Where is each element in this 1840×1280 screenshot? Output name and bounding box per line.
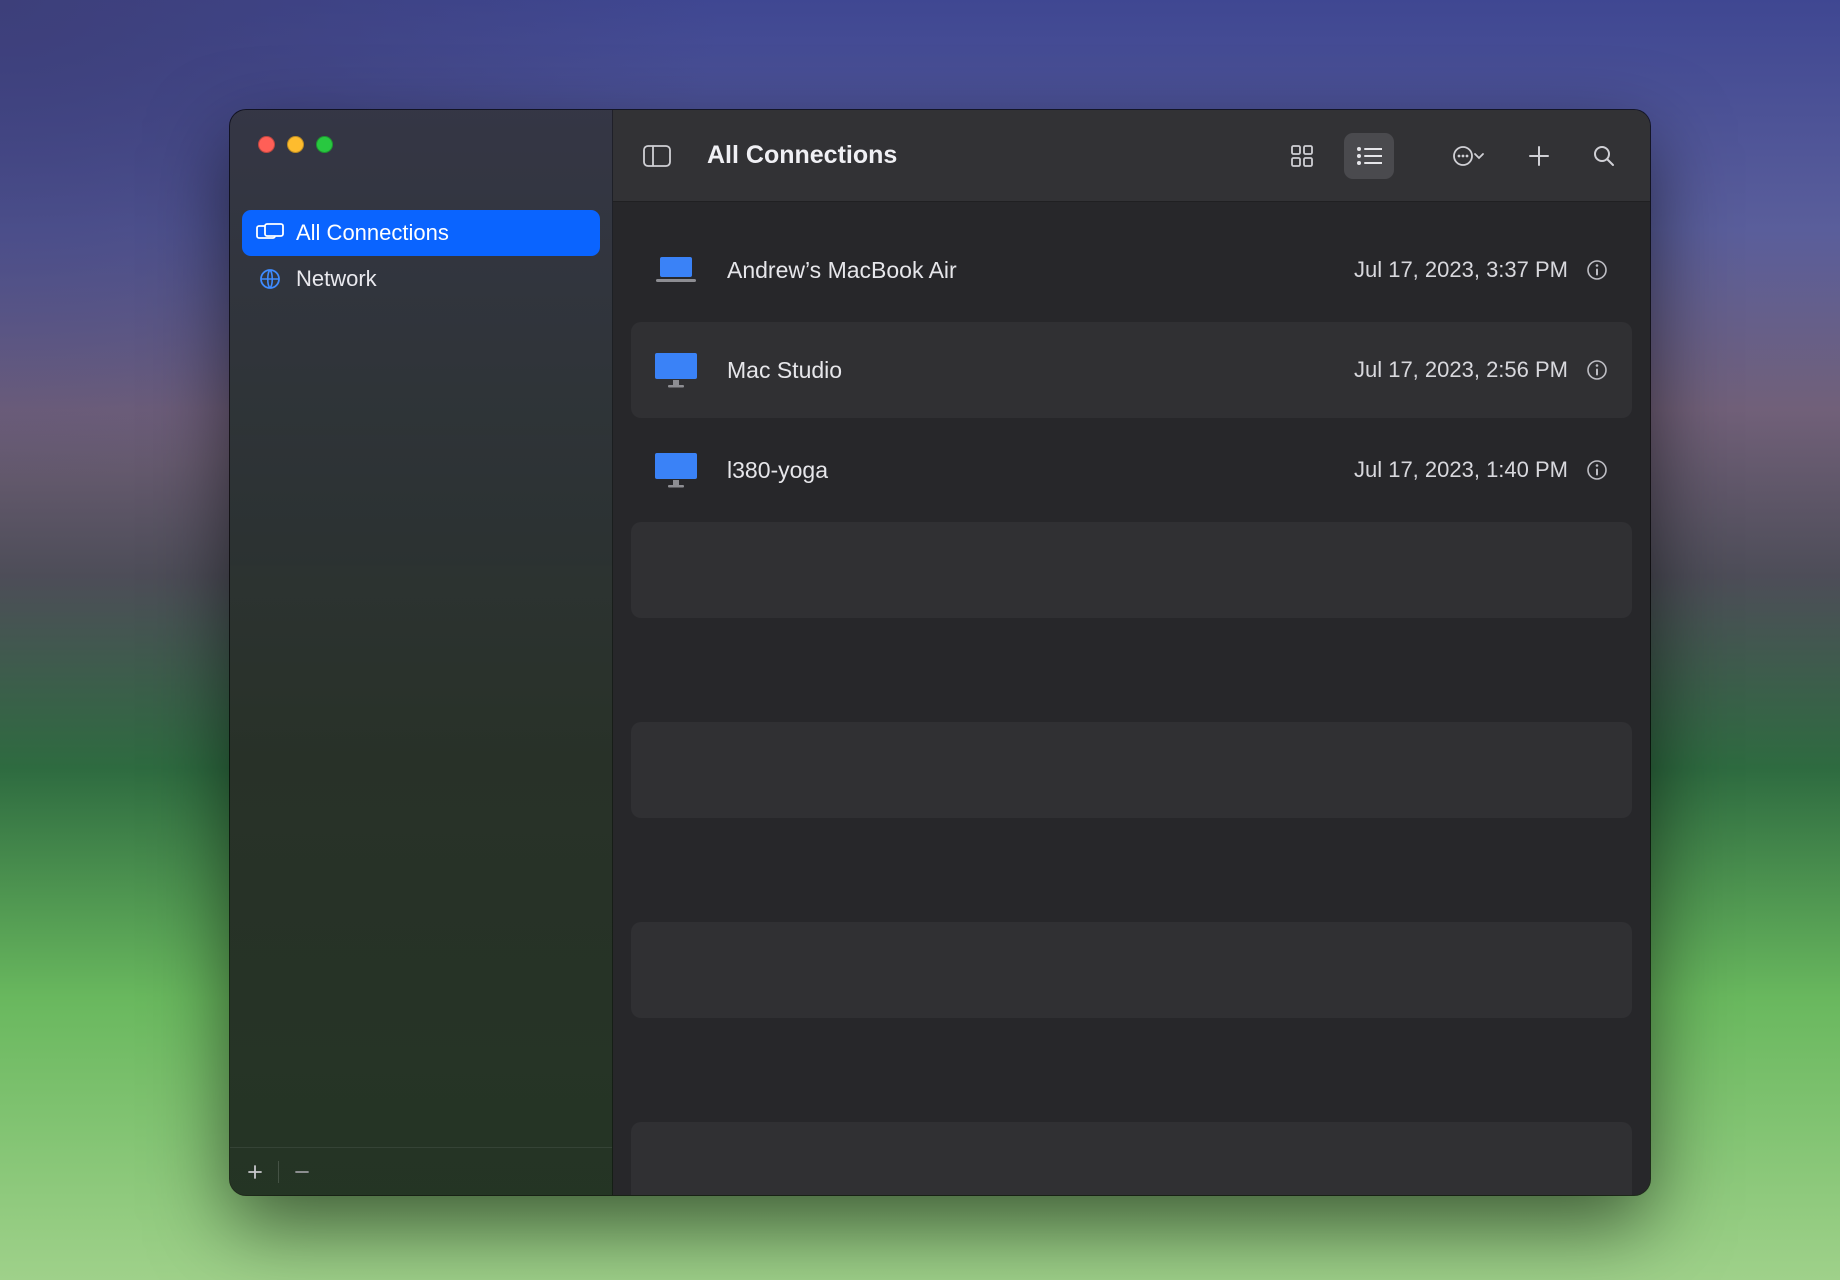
divider xyxy=(278,1161,279,1183)
connection-name: Mac Studio xyxy=(727,357,1354,384)
connection-list: Andrew’s MacBook Air Jul 17, 2023, 3:37 … xyxy=(613,202,1650,1195)
connection-date: Jul 17, 2023, 1:40 PM xyxy=(1354,457,1568,483)
page-title: All Connections xyxy=(707,141,897,170)
sidebar-item-label: All Connections xyxy=(296,220,449,246)
window-controls xyxy=(230,110,612,202)
sidebar-remove-button[interactable] xyxy=(287,1157,317,1187)
sidebar-add-button[interactable] xyxy=(240,1157,270,1187)
connection-name: l380-yoga xyxy=(727,457,1354,484)
empty-row xyxy=(631,1122,1632,1195)
sidebar-footer xyxy=(230,1147,612,1195)
connection-row[interactable]: Mac Studio Jul 17, 2023, 2:56 PM xyxy=(631,322,1632,418)
app-window: All Connections Network xyxy=(230,110,1650,1195)
more-menu-button[interactable] xyxy=(1440,133,1498,179)
sidebar-item-network[interactable]: Network xyxy=(242,256,600,302)
close-button[interactable] xyxy=(258,136,275,153)
zoom-button[interactable] xyxy=(316,136,333,153)
list-view-button[interactable] xyxy=(1344,133,1394,179)
screens-icon xyxy=(256,223,284,243)
display-icon xyxy=(647,451,705,489)
empty-row xyxy=(631,522,1632,618)
empty-row xyxy=(631,622,1632,718)
display-icon xyxy=(647,351,705,389)
sidebar: All Connections Network xyxy=(230,110,613,1195)
connection-row[interactable]: l380-yoga Jul 17, 2023, 1:40 PM xyxy=(631,422,1632,518)
search-button[interactable] xyxy=(1580,133,1628,179)
info-button[interactable] xyxy=(1582,355,1612,385)
globe-icon xyxy=(256,268,284,290)
add-button[interactable] xyxy=(1516,133,1562,179)
sidebar-nav: All Connections Network xyxy=(230,202,612,302)
minimize-button[interactable] xyxy=(287,136,304,153)
connection-date: Jul 17, 2023, 3:37 PM xyxy=(1354,257,1568,283)
toolbar: All Connections xyxy=(613,110,1650,202)
sidebar-item-all-connections[interactable]: All Connections xyxy=(242,210,600,256)
empty-row xyxy=(631,722,1632,818)
info-button[interactable] xyxy=(1582,455,1612,485)
toggle-sidebar-button[interactable] xyxy=(631,133,683,179)
connection-date: Jul 17, 2023, 2:56 PM xyxy=(1354,357,1568,383)
connection-name: Andrew’s MacBook Air xyxy=(727,257,1354,284)
main-pane: All Connections xyxy=(613,110,1650,1195)
grid-view-button[interactable] xyxy=(1278,133,1326,179)
connection-row[interactable]: Andrew’s MacBook Air Jul 17, 2023, 3:37 … xyxy=(631,222,1632,318)
empty-row xyxy=(631,1022,1632,1118)
laptop-icon xyxy=(647,255,705,285)
sidebar-item-label: Network xyxy=(296,266,377,292)
empty-row xyxy=(631,822,1632,918)
info-button[interactable] xyxy=(1582,255,1612,285)
empty-row xyxy=(631,922,1632,1018)
